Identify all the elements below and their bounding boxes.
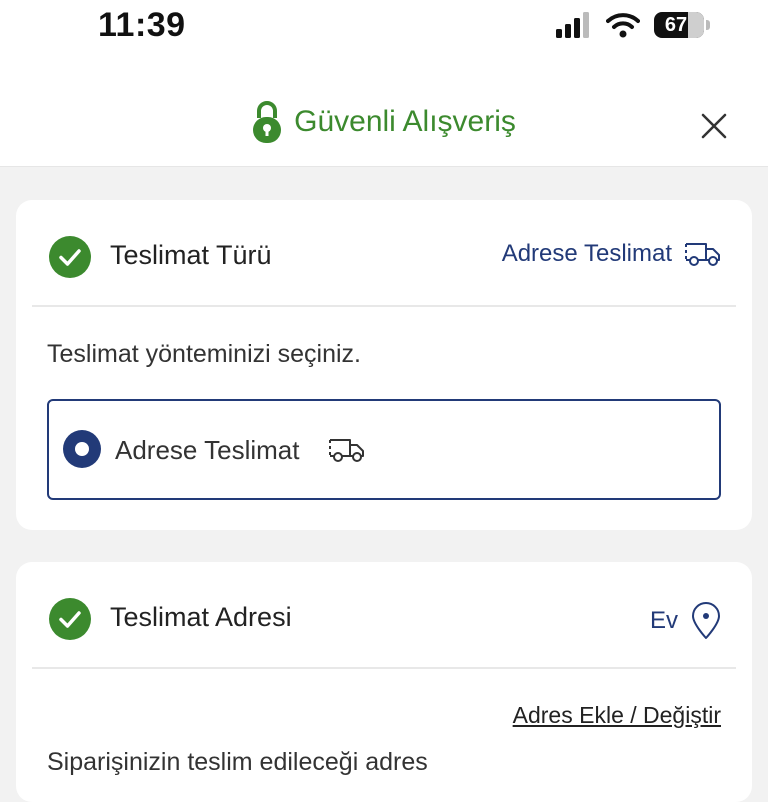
delivery-type-card: Teslimat Türü Adrese Teslimat Teslimat y… — [16, 200, 752, 530]
delivery-instruction: Teslimat yönteminizi seçiniz. — [47, 340, 361, 368]
delivery-type-title: Teslimat Türü — [110, 240, 272, 270]
padlock-icon — [253, 101, 282, 143]
secure-shopping-title: Güvenli Alışveriş — [0, 100, 768, 144]
delivery-option-label: Adrese Teslimat — [115, 435, 300, 465]
page-title: Güvenli Alışveriş — [294, 105, 516, 138]
delivery-address-header[interactable]: Teslimat Adresi Ev — [32, 562, 736, 669]
check-circle-icon — [49, 236, 91, 278]
delivery-type-summary-label: Adrese Teslimat — [501, 240, 672, 267]
delivery-address-card: Teslimat Adresi Ev Adres Ekle / Değiştir… — [16, 562, 752, 802]
radio-selected[interactable] — [63, 430, 101, 468]
delivery-type-summary: Adrese Teslimat — [502, 240, 722, 268]
status-time: 11:39 — [98, 6, 186, 44]
cellular-signal-icon — [556, 12, 589, 38]
status-bar: 11:39 67 — [0, 0, 768, 56]
delivery-truck-icon — [685, 243, 720, 266]
battery-level: 67 — [664, 13, 688, 36]
delivery-address-title: Teslimat Adresi — [110, 602, 292, 632]
delivery-truck-icon — [329, 439, 364, 462]
delivery-option-address[interactable]: Adrese Teslimat — [47, 399, 721, 500]
address-description: Siparişinizin teslim edileceği adres — [47, 748, 428, 776]
delivery-address-summary: Ev — [650, 602, 722, 640]
delivery-type-header[interactable]: Teslimat Türü Adrese Teslimat — [32, 200, 736, 307]
status-icons: 67 — [556, 12, 710, 38]
wifi-icon — [606, 13, 640, 38]
battery-icon: 67 — [654, 12, 710, 38]
check-circle-icon — [49, 598, 91, 640]
delivery-address-summary-label: Ev — [649, 607, 678, 634]
location-pin-icon — [692, 602, 720, 639]
add-change-address-link[interactable]: Adres Ekle / Değiştir — [513, 702, 721, 729]
checkout-header: Güvenli Alışveriş — [0, 56, 768, 167]
close-icon[interactable] — [700, 112, 728, 140]
